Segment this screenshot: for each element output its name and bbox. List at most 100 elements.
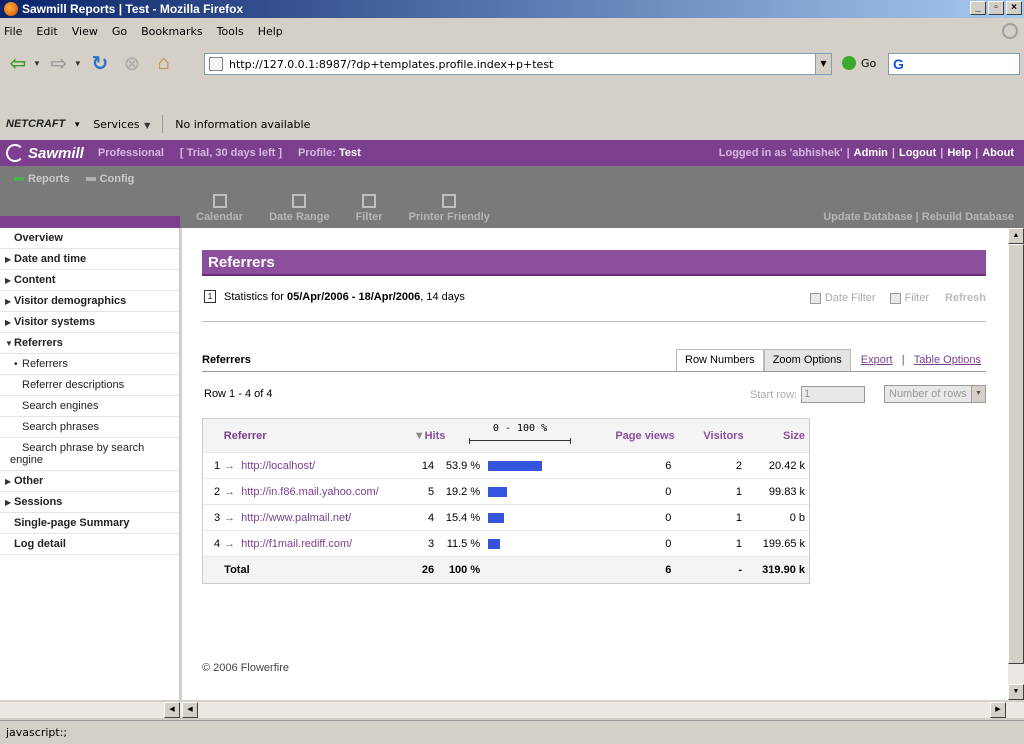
total-label: Total [224, 564, 250, 576]
menu-tools[interactable]: Tools [217, 25, 244, 38]
netcraft-info: No information available [175, 117, 311, 131]
vertical-scrollbar[interactable]: ▲ ▼ [1008, 228, 1024, 700]
throbber-icon [1002, 23, 1018, 39]
sidebar-item-visitor-demographics[interactable]: ▶ Visitor demographics [0, 291, 179, 312]
menu-edit[interactable]: Edit [36, 25, 57, 38]
sort-desc-icon: ▼ [413, 429, 425, 442]
sidebar-item-single-page-summary[interactable]: Single-page Summary [0, 513, 179, 534]
stop-icon[interactable]: ⊗ [118, 49, 146, 77]
tab-zoom-options[interactable]: Zoom Options [763, 349, 851, 371]
menu-go[interactable]: Go [112, 25, 127, 38]
header-referrer[interactable]: Referrer [224, 430, 392, 442]
search-input[interactable]: G [888, 53, 1020, 75]
row-hits: 14 [421, 459, 435, 472]
go-button[interactable]: Go [842, 56, 876, 70]
separator: | [891, 147, 895, 159]
top-tabs: Reports Config [14, 173, 134, 185]
sidebar-item-other[interactable]: ▶ Other [0, 471, 179, 492]
tab-config[interactable]: Config [85, 173, 134, 185]
scroll-left-icon-2[interactable]: ◀ [182, 702, 198, 718]
sidebar-item-visitor-systems[interactable]: ▶ Visitor systems [0, 312, 179, 333]
date-filter-label: Date Filter [824, 292, 876, 304]
filter-checkbox[interactable] [889, 292, 901, 304]
total-hits: 26 [421, 564, 435, 576]
export-link[interactable]: Export [861, 354, 893, 366]
netcraft-dropdown-icon[interactable]: ▼ [73, 120, 81, 129]
row-referrer-link[interactable]: → http://in.f86.mail.yahoo.com/ [224, 486, 396, 498]
about-link[interactable]: About [982, 147, 1014, 159]
reload-icon[interactable]: ↻ [86, 49, 114, 77]
filter-icon [362, 194, 377, 208]
update-database-link[interactable]: Update Database [823, 211, 912, 223]
services-dropdown-icon: ▼ [144, 120, 151, 130]
menu-bookmarks[interactable]: Bookmarks [141, 25, 202, 38]
scroll-right-icon[interactable]: ▶ [990, 702, 1006, 718]
services-menu[interactable]: Services ▼ [93, 118, 150, 131]
sidebar-item-referrers[interactable]: ▼ Referrers [0, 333, 179, 354]
calendar-button[interactable]: Calendar [196, 194, 243, 223]
table-row: 4 → http://f1mail.rediff.com/3 11.5 % 0 1 199.… [203, 531, 809, 557]
table-options-link[interactable]: Table Options [914, 354, 981, 366]
scroll-up-icon[interactable]: ▲ [1008, 228, 1024, 244]
sidebar-subitem-search-phrases[interactable]: Search phrases [0, 417, 179, 438]
row-referrer-link[interactable]: → http://f1mail.rediff.com/ [224, 538, 396, 550]
row-referrer-link[interactable]: → http://www.palmail.net/ [224, 512, 396, 524]
home-icon[interactable]: ⌂ [150, 49, 178, 77]
back-arrow-icon[interactable]: ⇦ [4, 49, 32, 77]
url-text: http://127.0.0.1:8987/?dp+templates.prof… [229, 57, 554, 71]
back-dropdown-icon[interactable]: ▼ [33, 59, 41, 68]
url-bar[interactable]: http://127.0.0.1:8987/?dp+templates.prof… [204, 53, 832, 75]
menu-file[interactable]: File [4, 25, 22, 38]
tab-row-numbers[interactable]: Row Numbers [676, 349, 764, 371]
forward-dropdown-icon[interactable]: ▼ [74, 59, 82, 68]
scroll-left-icon[interactable]: ◀ [164, 702, 180, 718]
filter-label: Filter [904, 292, 930, 304]
sidebar-item-content[interactable]: ▶ Content [0, 270, 179, 291]
sidebar-subitem-search-phrase-by-engine[interactable]: Search phrase by search engine [0, 438, 179, 471]
header-page-views[interactable]: Page views [608, 430, 674, 442]
refresh-button[interactable]: Refresh [945, 292, 986, 304]
minimize-icon[interactable]: _ [970, 1, 986, 15]
row-size: 20.42 k [768, 459, 805, 472]
filter-button[interactable]: Filter [356, 194, 383, 223]
start-row-input[interactable]: 1 [801, 386, 866, 403]
sidebar-item-date-time[interactable]: ▶ Date and time [0, 249, 179, 270]
sawmill-swirl-icon [6, 144, 24, 162]
row-page-views: 6 [665, 459, 672, 472]
close-icon[interactable]: × [1006, 1, 1022, 15]
horizontal-scrollbar[interactable]: ◀ ◀ ▶ [0, 702, 1024, 718]
netcraft-logo[interactable]: NETCRAFT [6, 118, 65, 130]
vertical-scroll-thumb[interactable] [1008, 244, 1024, 664]
date-filter-checkbox[interactable] [809, 292, 821, 304]
printer-friendly-button[interactable]: Printer Friendly [409, 194, 490, 223]
sawmill-brand: Sawmill [28, 144, 84, 162]
restore-icon[interactable]: ▫ [988, 1, 1004, 15]
row-page-views: 0 [665, 511, 672, 524]
number-of-rows-select[interactable]: Number of rows ▼ [884, 385, 986, 403]
sidebar-subitem-referrer-descriptions[interactable]: Referrer descriptions [0, 375, 179, 396]
scroll-down-icon[interactable]: ▼ [1008, 684, 1024, 700]
sidebar-item-sessions[interactable]: ▶ Sessions [0, 492, 179, 513]
tab-reports[interactable]: Reports [14, 173, 70, 185]
help-link[interactable]: Help [947, 147, 971, 159]
sawmill-logo[interactable]: Sawmill [6, 144, 84, 162]
row-referrer-link[interactable]: → http://localhost/ [224, 460, 396, 472]
sidebar-item-log-detail[interactable]: Log detail [0, 534, 179, 555]
admin-link[interactable]: Admin [854, 147, 888, 159]
row-rank: 1 [214, 459, 221, 472]
header-size[interactable]: Size [744, 430, 809, 442]
logout-link[interactable]: Logout [899, 147, 936, 159]
total-page-views: 6 [665, 564, 672, 576]
sidebar-item-overview[interactable]: Overview [0, 228, 179, 249]
sidebar-subitem-search-engines[interactable]: Search engines [0, 396, 179, 417]
sidebar-subitem-referrers[interactable]: • Referrers [0, 354, 179, 375]
hits-bar [488, 538, 500, 549]
menu-help[interactable]: Help [258, 25, 283, 38]
rebuild-database-link[interactable]: Rebuild Database [922, 211, 1014, 223]
header-visitors[interactable]: Visitors [675, 430, 743, 442]
header-hits[interactable]: ▼Hits [391, 430, 449, 442]
forward-arrow-icon[interactable]: ⇨ [45, 49, 73, 77]
url-dropdown-icon[interactable]: ▼ [815, 54, 831, 74]
menu-view[interactable]: View [72, 25, 98, 38]
date-range-button[interactable]: Date Range [269, 194, 330, 223]
